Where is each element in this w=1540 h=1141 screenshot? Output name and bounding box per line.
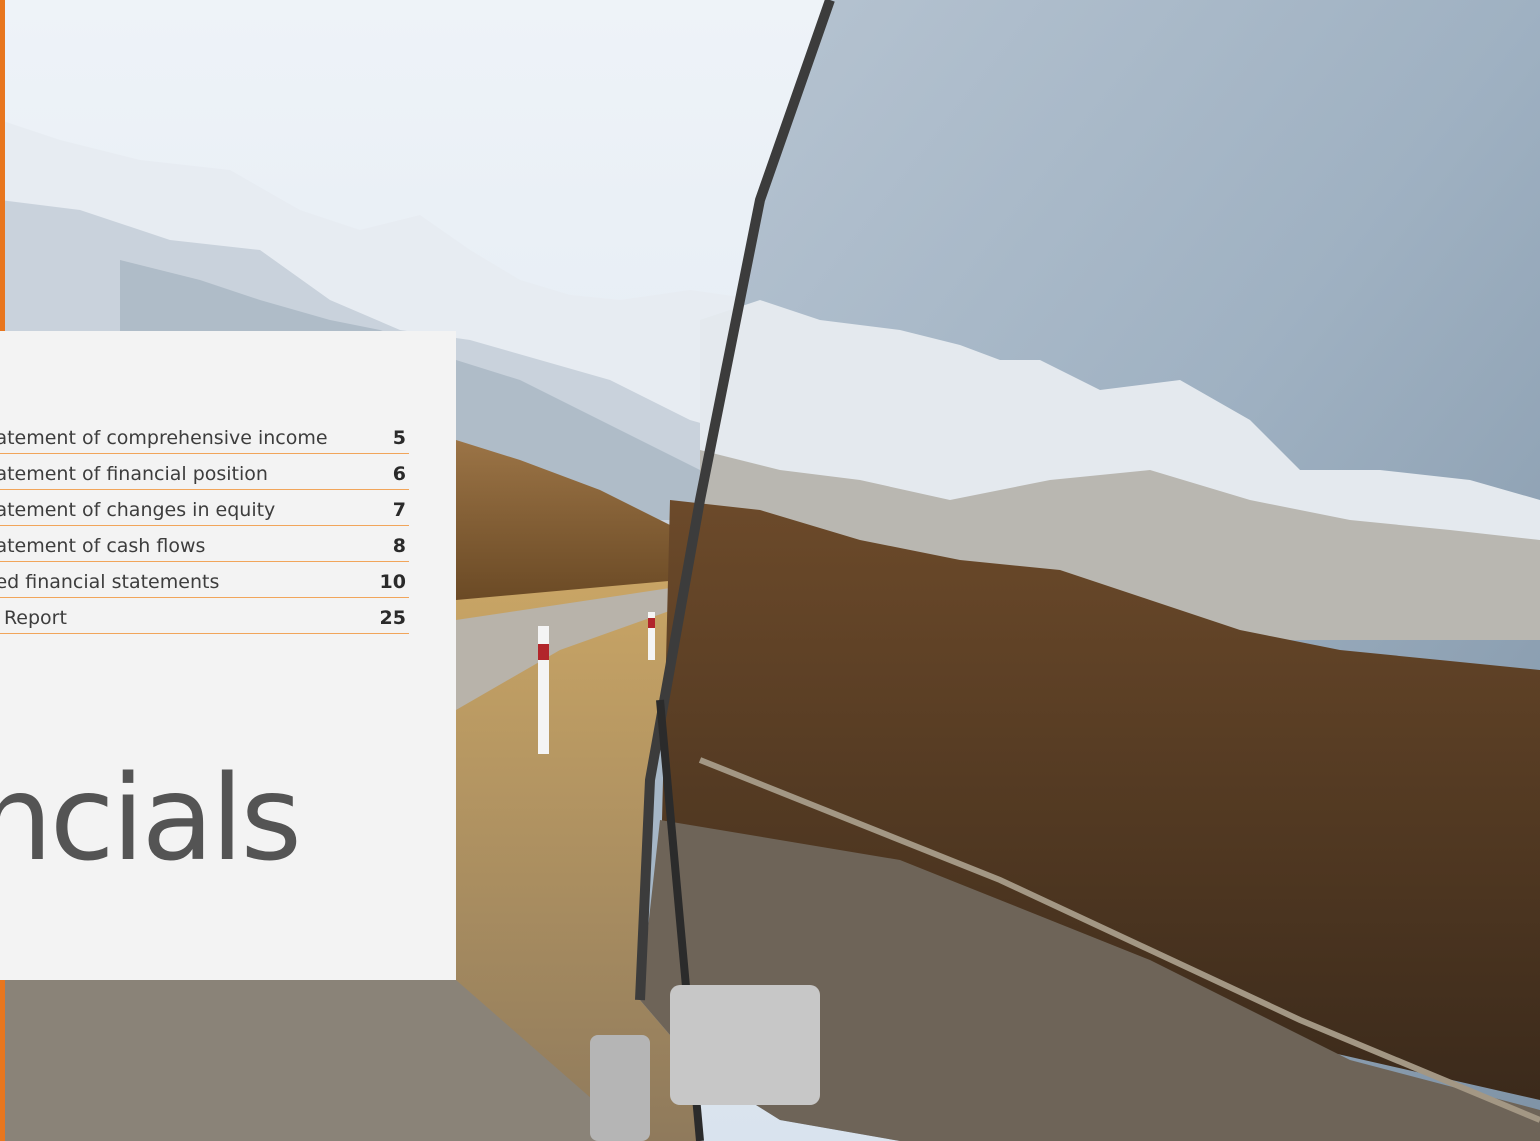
contents-list: tatement of comprehensive income 5 tatem… (0, 418, 409, 634)
toc-label: ted financial statements (0, 570, 220, 593)
toc-row[interactable]: tatement of comprehensive income 5 (0, 418, 409, 454)
toc-page: 5 (392, 426, 406, 449)
toc-page: 6 (392, 462, 406, 485)
toc-page: 25 (379, 606, 406, 629)
toc-row[interactable]: tatement of changes in equity 7 (0, 490, 409, 526)
section-title: ncials (0, 749, 302, 887)
toc-row[interactable]: ted financial statements 10 (0, 562, 409, 598)
toc-row[interactable]: s Report 25 (0, 598, 409, 634)
toc-label: tatement of financial position (0, 462, 268, 485)
toc-label: tatement of cash flows (0, 534, 206, 557)
toc-page: 8 (392, 534, 406, 557)
contents-panel: tatement of comprehensive income 5 tatem… (0, 331, 456, 980)
toc-page: 10 (379, 570, 406, 593)
toc-row[interactable]: tatement of financial position 6 (0, 454, 409, 490)
toc-page: 7 (392, 498, 406, 521)
toc-label: tatement of comprehensive income (0, 426, 328, 449)
toc-label: s Report (0, 606, 67, 629)
toc-label: tatement of changes in equity (0, 498, 276, 521)
toc-row[interactable]: tatement of cash flows 8 (0, 526, 409, 562)
